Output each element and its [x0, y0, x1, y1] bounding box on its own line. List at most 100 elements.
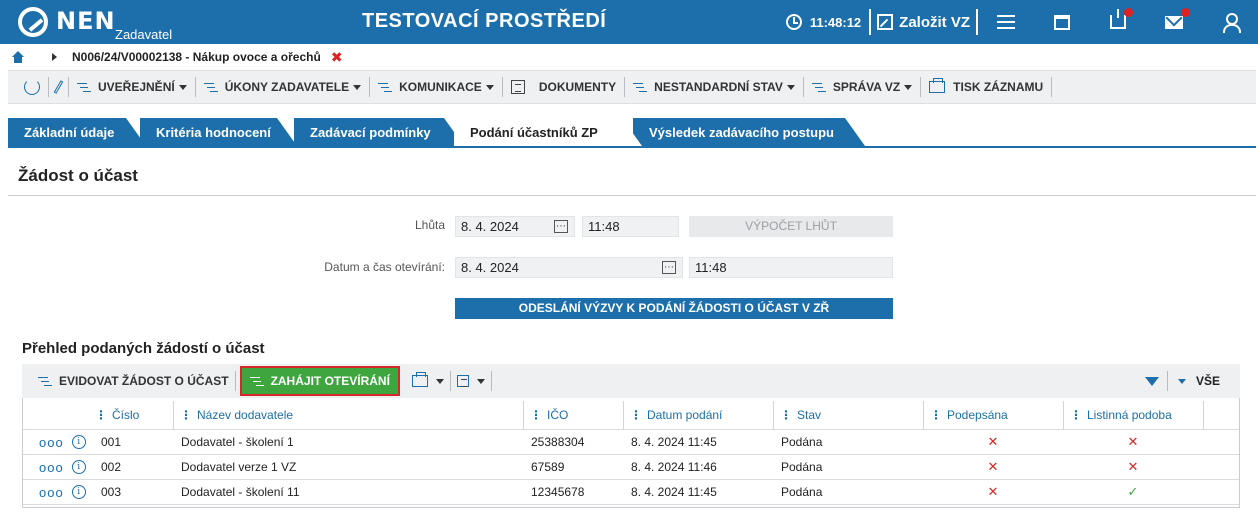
inbox-icon: [1110, 9, 1126, 29]
column-header-datum[interactable]: ⋮ Datum podání: [623, 401, 773, 429]
menu-komunikace-label: KOMUNIKACE: [399, 80, 482, 94]
breadcrumb-item[interactable]: N006/24/V00002138 - Nákup ovoce a ořechů: [72, 50, 321, 64]
close-record-icon[interactable]: ✖: [331, 49, 343, 66]
breadcrumb-arrow-icon: [52, 53, 57, 61]
notification-dot: [1181, 8, 1190, 17]
chevron-down-icon[interactable]: [1177, 378, 1186, 384]
send-invitation-button[interactable]: ODESLÁNÍ VÝZVY K PODÁNÍ ŽÁDOSTI O ÚČAST …: [455, 298, 893, 319]
tab-bar: Základní údaje Kritéria hodnocení Zadáva…: [8, 118, 1256, 146]
opening-time-input[interactable]: 11:48: [689, 257, 893, 278]
document-icon: [510, 80, 525, 94]
cell-ico: 67589: [531, 460, 565, 474]
toolbar-separator: [1051, 77, 1053, 97]
list-icon: [378, 81, 393, 93]
cell-datum: 8. 4. 2024 11:46: [631, 460, 717, 474]
chevron-down-icon: [178, 84, 187, 90]
column-header-listinna[interactable]: ⋮ Listinná podoba: [1063, 401, 1203, 429]
calendar-icon[interactable]: [554, 217, 568, 237]
menu-uverejneni-label: UVEŘEJNĚNÍ: [98, 80, 175, 94]
info-icon[interactable]: i: [71, 435, 86, 449]
menu-nestandardni-label: NESTANDARDNÍ STAV: [654, 80, 783, 94]
mail-button[interactable]: [1146, 0, 1202, 44]
list-icon: [77, 81, 91, 93]
more-icon[interactable]: ooo: [39, 460, 64, 475]
nen-logo[interactable]: NEN: [18, 7, 116, 37]
row-actions[interactable]: ooo i: [31, 430, 89, 454]
column-header-podepsana[interactable]: ⋮ Podepsána: [923, 401, 1063, 429]
menu-uverejneni[interactable]: UVEŘEJNĚNÍ: [69, 76, 195, 98]
clock-icon: [785, 14, 802, 30]
print-icon: [411, 372, 428, 387]
table-row[interactable]: ooo i 001 Dodavatel - školení 1 25388304 …: [23, 430, 1239, 455]
lhuta-label: Lhůta: [414, 218, 445, 232]
export-menu-button[interactable]: [451, 369, 491, 393]
vypocet-lhut-button[interactable]: VÝPOČET LHŮT: [689, 216, 893, 237]
refresh-button[interactable]: [16, 76, 48, 98]
row-actions[interactable]: ooo i: [31, 455, 89, 479]
calendar-icon: [1054, 14, 1070, 30]
chevron-down-icon: [353, 84, 362, 90]
edit-button[interactable]: [49, 76, 68, 98]
opening-label: Datum a čas otevírání:: [324, 260, 445, 274]
tab-zadavaci-podminky[interactable]: Zadávací podmínky: [294, 118, 464, 146]
menu-ukony-label: ÚKONY ZADAVATELE: [224, 80, 350, 94]
tab-zakladni-udaje[interactable]: Základní údaje: [8, 118, 146, 146]
tab-kriteria-hodnoceni[interactable]: Kritéria hodnocení: [140, 118, 297, 146]
evidovat-zadost-button[interactable]: EVIDOVAT ŽÁDOST O ÚČAST: [22, 369, 235, 393]
grid-toolbar: EVIDOVAT ŽÁDOST O ÚČAST ZAHÁJIT OTEVÍRÁN…: [22, 364, 1240, 398]
list-icon: [249, 375, 264, 387]
cell-ico: 12345678: [531, 485, 585, 499]
tab-vysledek-zadavaciho-postupu[interactable]: Výsledek zadávacího postupu: [633, 118, 865, 146]
panel-title: Žádost o účast: [18, 166, 138, 185]
cell-cislo: 003: [101, 485, 122, 499]
opening-date-input[interactable]: 8. 4. 2024: [455, 257, 683, 278]
user-button[interactable]: [1202, 0, 1258, 44]
chevron-down-icon: [485, 84, 494, 90]
cell-nazev: Dodavatel verze 1 VZ: [181, 460, 297, 474]
menu-dokumenty[interactable]: DOKUMENTY: [503, 76, 624, 98]
session-clock: 11:48:12: [785, 14, 861, 30]
menu-button[interactable]: [978, 0, 1034, 44]
row-actions[interactable]: ooo i: [31, 480, 89, 504]
column-header-cislo[interactable]: ⋮ Číslo: [89, 401, 173, 429]
column-header-stav[interactable]: ⋮ Stav: [773, 401, 923, 429]
cell-podepsana-no-icon: ✕: [987, 484, 999, 499]
inbox-button[interactable]: [1090, 0, 1146, 44]
filter-all-label[interactable]: VŠE: [1196, 374, 1220, 388]
column-header-ico[interactable]: ⋮ IČO: [523, 401, 623, 429]
cell-cislo: 002: [101, 460, 122, 474]
chevron-down-icon: [435, 378, 444, 384]
more-icon[interactable]: ooo: [39, 485, 64, 500]
list-icon: [203, 81, 218, 93]
info-icon[interactable]: i: [71, 460, 86, 474]
menu-ukony-zadavatele[interactable]: ÚKONY ZADAVATELE: [196, 76, 369, 98]
menu-sprava-vz[interactable]: SPRÁVA VZ: [804, 76, 920, 98]
calendar-icon[interactable]: [662, 258, 676, 278]
zahajit-otevirani-button[interactable]: ZAHÁJIT OTEVÍRÁNÍ: [239, 366, 400, 396]
logo-subtitle: Zadavatel: [115, 27, 173, 42]
list-icon: [38, 375, 52, 387]
menu-nestandardni-stav[interactable]: NESTANDARDNÍ STAV: [625, 76, 803, 98]
print-menu-button[interactable]: [406, 369, 450, 393]
menu-tisk-zaznamu[interactable]: TISK ZÁZNAMU: [921, 76, 1051, 98]
menu-komunikace[interactable]: KOMUNIKACE: [370, 76, 502, 98]
top-bar: NEN Zadavatel TESTOVACÍ PROSTŘEDÍ 11:48:…: [0, 0, 1258, 44]
info-icon[interactable]: i: [71, 485, 86, 499]
more-icon[interactable]: ooo: [39, 435, 64, 450]
lhuta-time-input[interactable]: 11:48: [582, 216, 679, 237]
home-icon[interactable]: [12, 51, 24, 63]
main-toolbar: UVEŘEJNĚNÍ ÚKONY ZADAVATELE KOMUNIKACE D…: [8, 70, 1256, 104]
filter-icon[interactable]: [1144, 376, 1159, 386]
column-header-nazev[interactable]: ⋮ Název dodavatele: [173, 401, 523, 429]
tab-podani-ucastniku[interactable]: Podání účastníků ZP: [454, 118, 642, 146]
cell-nazev: Dodavatel - školení 11: [181, 485, 300, 499]
toolbar-separator: [234, 371, 236, 391]
create-vz-button[interactable]: Založit VZ: [871, 14, 976, 31]
menu-icon: [997, 11, 1015, 33]
divider: [8, 195, 1256, 196]
cell-listinna-no-icon: ✕: [1127, 434, 1139, 449]
table-row[interactable]: ooo i 003 Dodavatel - školení 11 12345678…: [23, 480, 1239, 505]
lhuta-date-input[interactable]: 8. 4. 2024: [455, 216, 575, 237]
calendar-button[interactable]: [1034, 0, 1090, 44]
table-row[interactable]: ooo i 002 Dodavatel verze 1 VZ 67589 8. 4…: [23, 455, 1239, 480]
